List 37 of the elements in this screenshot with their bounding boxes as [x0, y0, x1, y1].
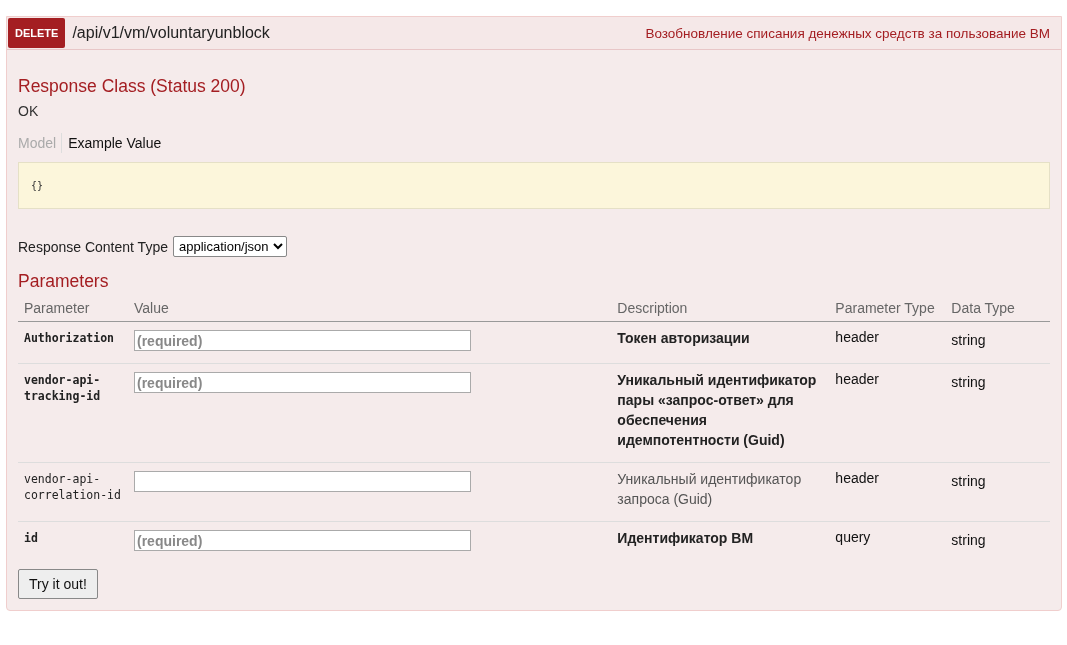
content-type-select[interactable]: application/json: [172, 236, 287, 257]
parameter-name: id: [18, 521, 128, 563]
parameter-name: vendor-api-tracking-id: [18, 363, 128, 463]
endpoint-path: /api/v1/vm/voluntaryunblock: [72, 24, 271, 42]
parameter-type: query: [829, 521, 946, 563]
parameter-description: Уникальный идентификатор запроса (Guid): [611, 462, 830, 522]
data-type: string: [945, 321, 1050, 364]
parameter-type: header: [829, 462, 946, 522]
data-type: string: [945, 462, 1050, 522]
data-type: string: [945, 521, 1050, 563]
example-json: {}: [31, 180, 44, 191]
parameter-description: Токен авторизации: [611, 321, 830, 364]
parameter-description: Идентификатор ВМ: [611, 521, 830, 563]
endpoint-summary: Возобновление списания денежных средств за пользование ВМ: [645, 25, 1050, 41]
try-it-out-button[interactable]: Try it out!: [18, 569, 98, 599]
response-tab[interactable]: Example Value: [61, 133, 167, 153]
parameter-name: vendor-api-correlation-id: [18, 462, 128, 522]
column-header: Description: [611, 298, 830, 322]
column-header: Value: [128, 298, 612, 322]
content-type-label: Response Content Type: [18, 238, 168, 255]
response-class-title: Response Class (Status 200): [18, 76, 247, 97]
parameter-type: header: [829, 321, 946, 364]
parameter-value-field[interactable]: (required): [134, 530, 471, 551]
column-header: Parameter: [18, 298, 128, 322]
status-text: OK: [18, 103, 40, 119]
data-type: string: [945, 363, 1050, 463]
parameter-value-field[interactable]: (required): [134, 330, 471, 351]
parameter-name: Authorization: [18, 321, 128, 364]
parameter-value-field[interactable]: (required): [134, 372, 471, 393]
parameter-value-field[interactable]: [134, 471, 471, 492]
parameter-description: Уникальный идентификатор пары «запрос-ответ» для обеспечения идемпотентности (Guid): [611, 363, 830, 463]
operation-header[interactable]: DELETE /api/v1/vm/voluntaryunblock Возобновление списания денежных средств за пользование ВМ: [7, 17, 1061, 50]
column-header: Data Type: [945, 298, 1050, 322]
column-header: Parameter Type: [829, 298, 946, 322]
parameter-type: header: [829, 363, 946, 463]
method-badge: DELETE: [8, 18, 66, 48]
parameters-title: Parameters: [18, 271, 110, 292]
